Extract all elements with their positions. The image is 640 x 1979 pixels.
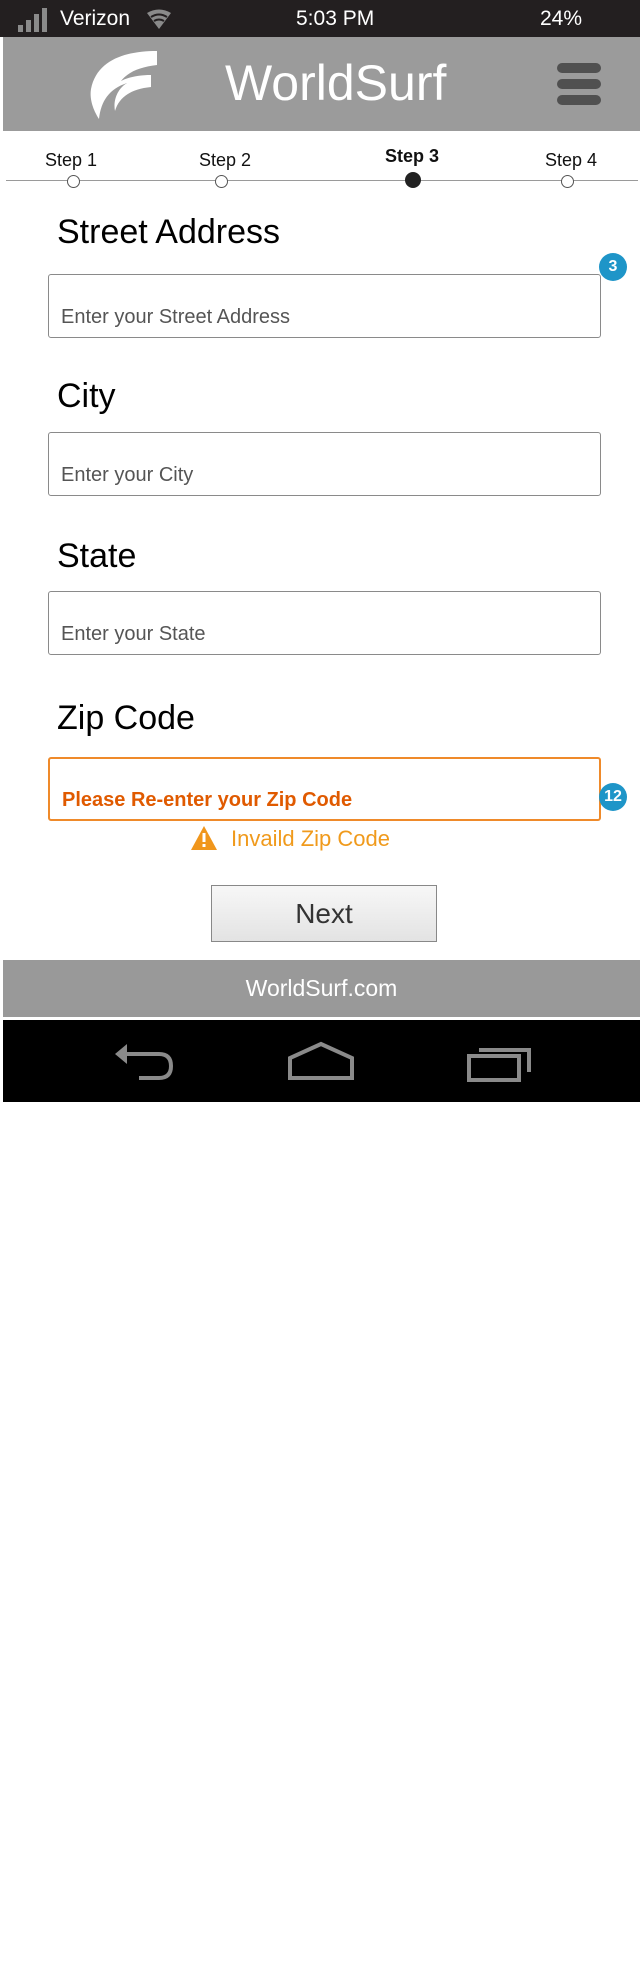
state-label: State <box>57 537 137 575</box>
system-nav-bar <box>3 1020 640 1102</box>
stepper-line <box>6 180 638 181</box>
annotation-badge: 12 <box>599 783 627 811</box>
home-icon[interactable] <box>286 1038 356 1088</box>
state-input[interactable] <box>48 591 601 655</box>
signal-strength-icon <box>18 8 47 32</box>
step-1-label: Step 1 <box>45 150 98 170</box>
zip-code-label: Zip Code <box>57 699 195 737</box>
street-address-label: Street Address <box>57 213 281 251</box>
city-input[interactable] <box>48 432 601 496</box>
zip-error-message: Invaild Zip Code <box>231 826 390 851</box>
footer-site-link[interactable]: WorldSurf.com <box>3 960 640 1017</box>
hamburger-menu-icon[interactable] <box>557 63 601 105</box>
worldsurf-logo-icon <box>90 51 157 119</box>
step-1-dot <box>67 175 80 188</box>
street-address-input[interactable] <box>48 274 601 338</box>
zip-code-input[interactable] <box>48 757 601 821</box>
step-4-dot <box>561 175 574 188</box>
step-3-dot <box>405 172 421 188</box>
step-3-label: Step 3 <box>385 146 440 166</box>
next-button[interactable]: Next <box>211 885 437 942</box>
app-header: WorldSurf <box>3 37 640 131</box>
status-bar: Verizon 5:03 PM 24% <box>0 0 640 37</box>
carrier-name: Verizon <box>60 7 131 30</box>
clock: 5:03 PM <box>296 7 375 30</box>
battery-level: 24% <box>540 7 583 30</box>
progress-stepper: Step 1 Step 2 Step 3 Step 4 <box>0 140 640 192</box>
app-title: WorldSurf <box>225 55 447 111</box>
step-2-label: Step 2 <box>199 150 252 170</box>
back-icon[interactable] <box>109 1038 179 1088</box>
step-2-dot <box>215 175 228 188</box>
footer: WorldSurf.com <box>3 960 640 1017</box>
wifi-icon <box>147 9 171 29</box>
warning-icon <box>191 826 217 850</box>
recent-apps-icon[interactable] <box>465 1038 535 1088</box>
annotation-badge: 3 <box>599 253 627 281</box>
step-4-label: Step 4 <box>545 150 598 170</box>
city-label: City <box>57 377 116 415</box>
